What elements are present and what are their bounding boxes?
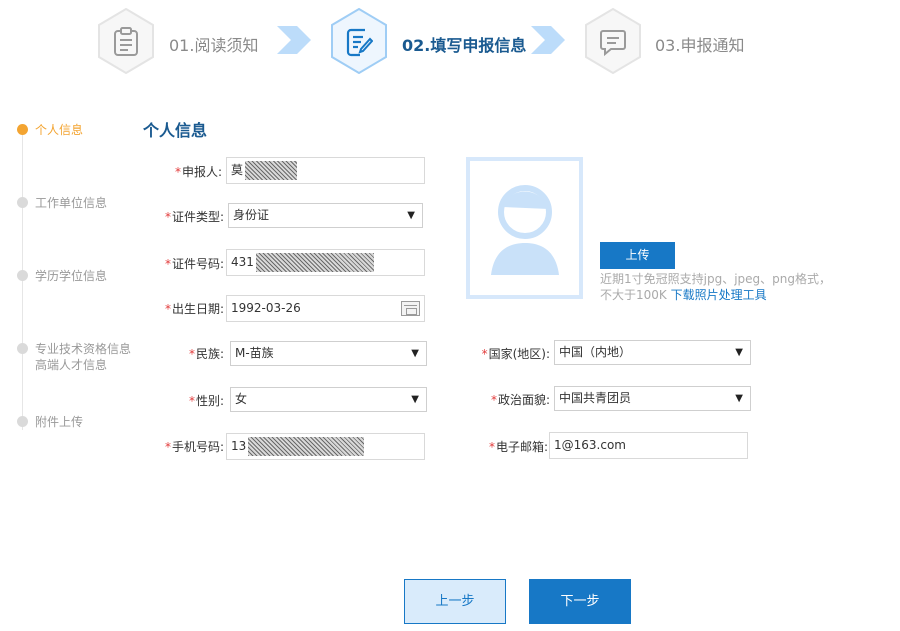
next-step-button[interactable]: 下一步: [529, 579, 631, 624]
photo-hint-size: 不大于100K 下载照片处理工具: [600, 288, 767, 302]
gender-select[interactable]: 女 ▼: [230, 387, 427, 412]
redacted-mask: [248, 437, 365, 456]
applicant-label: *申报人:: [174, 165, 222, 179]
email-input[interactable]: 1@163.com: [549, 432, 748, 459]
section-title: 个人信息: [143, 121, 208, 140]
sidebar-dot: [17, 270, 28, 281]
prev-step-button[interactable]: 上一步: [404, 579, 506, 624]
clipboard-icon: [114, 27, 138, 56]
step-arrow-icon: [531, 26, 565, 54]
id-number-input[interactable]: 431: [226, 249, 425, 276]
chevron-down-icon: ▼: [411, 348, 419, 359]
email-label: *电子邮箱:: [488, 440, 548, 454]
chevron-down-icon: ▼: [407, 210, 415, 221]
sidebar-dot: [17, 416, 28, 427]
birth-date-input[interactable]: 1992-03-26: [226, 295, 425, 322]
photo-placeholder: [466, 157, 583, 299]
avatar-icon: [491, 185, 559, 275]
step-3-hexagon: [584, 8, 642, 74]
id-type-select[interactable]: 身份证 ▼: [228, 203, 423, 228]
country-label: *国家(地区):: [481, 347, 550, 361]
phone-label: *手机号码:: [164, 440, 224, 454]
ethnicity-select[interactable]: M-苗族 ▼: [230, 341, 427, 366]
chevron-down-icon: ▼: [411, 394, 419, 405]
id-type-label: *证件类型:: [164, 210, 224, 224]
step-3-label: 03.申报通知: [655, 36, 745, 55]
political-label: *政治面貌:: [490, 393, 550, 407]
edit-document-icon: [346, 28, 373, 57]
step-1-label: 01.阅读须知: [169, 36, 259, 55]
id-number-label: *证件号码:: [164, 257, 224, 271]
redacted-mask: [255, 253, 374, 272]
step-2-hexagon: [330, 8, 388, 74]
country-select[interactable]: 中国（内地） ▼: [554, 340, 751, 365]
applicant-input[interactable]: 莫: [226, 157, 425, 184]
calendar-icon[interactable]: [401, 301, 420, 316]
ethnicity-label: *民族:: [188, 347, 224, 361]
chevron-down-icon: ▼: [735, 347, 743, 358]
photo-hint: 近期1寸免冠照支持jpg、jpeg、png格式，: [600, 272, 831, 286]
political-select[interactable]: 中国共青团员 ▼: [554, 386, 751, 411]
upload-photo-button[interactable]: 上传: [600, 242, 675, 269]
step-arrow-icon: [277, 26, 311, 54]
birth-date-label: *出生日期:: [164, 302, 224, 316]
download-photo-tool-link[interactable]: 下载照片处理工具: [671, 288, 767, 302]
redacted-mask: [245, 161, 298, 180]
message-icon: [600, 30, 626, 57]
gender-label: *性别:: [188, 394, 224, 408]
sidebar-dot: [17, 343, 28, 354]
step-progress: 01.阅读须知 02.填写申报信息 03.申报通知: [0, 0, 900, 82]
step-1-hexagon: [97, 8, 155, 74]
step-2-label: 02.填写申报信息: [402, 36, 527, 55]
sidebar-dot: [17, 197, 28, 208]
chevron-down-icon: ▼: [735, 393, 743, 404]
phone-input[interactable]: 13: [226, 433, 425, 460]
sidebar-dot: [17, 124, 28, 135]
